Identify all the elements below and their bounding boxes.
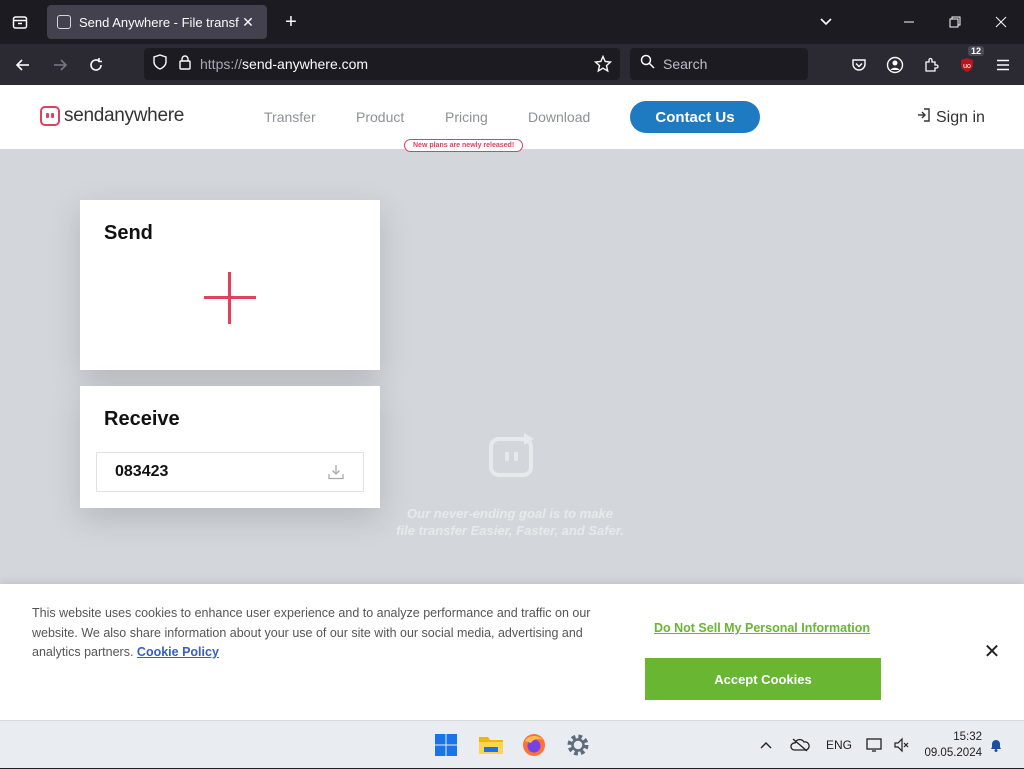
pocket-icon[interactable] (846, 52, 872, 78)
new-tab-button[interactable]: + (279, 10, 303, 34)
extension-badge: 12 (967, 46, 984, 56)
firefox-taskbar-icon[interactable] (518, 729, 550, 761)
hero-line-2: file transfer Easier, Faster, and Safer. (396, 523, 624, 538)
account-icon[interactable] (882, 52, 908, 78)
receive-title: Receive (104, 408, 180, 430)
sign-in-icon (916, 107, 932, 128)
firefox-view-icon[interactable] (8, 10, 32, 34)
accept-cookies-button[interactable]: Accept Cookies (645, 658, 881, 700)
forward-arrow-icon[interactable] (47, 52, 73, 78)
browser-tab-strip: Send Anywhere - File transfer ✕ + (0, 0, 1024, 44)
windows-taskbar: ENG 15:32 09.05.2024 (0, 720, 1024, 768)
url-scheme: https:// (200, 56, 243, 72)
reload-icon[interactable] (83, 52, 109, 78)
pricing-tooltip: New plans are newly released! (404, 139, 524, 152)
menu-download[interactable]: Download (528, 109, 590, 125)
do-not-sell-link[interactable]: Do Not Sell My Personal Information (654, 621, 870, 635)
url-text: https://send-anywhere.com (200, 56, 368, 72)
clock-date: 09.05.2024 (924, 747, 982, 759)
sendanywhere-logo[interactable]: sendanywhere (40, 105, 184, 127)
onedrive-icon[interactable] (790, 721, 810, 769)
search-bar[interactable]: Search (630, 48, 808, 80)
language-indicator[interactable]: ENG (826, 721, 852, 769)
back-arrow-icon[interactable] (10, 52, 36, 78)
sendanywhere-watermark-icon (488, 433, 536, 481)
hero-line-1: Our never-ending goal is to make (407, 506, 613, 521)
url-host: send-anywhere.com (242, 56, 369, 72)
volume-muted-icon[interactable] (893, 721, 909, 769)
restore-button[interactable] (932, 0, 978, 44)
logo-text: sendanywhere (64, 105, 184, 127)
close-banner-icon[interactable]: ✕ (982, 642, 1002, 662)
bookmark-star-icon[interactable] (593, 54, 613, 78)
site-header: sendanywhere Transfer Product Pricing Do… (0, 85, 1024, 152)
sign-in-link[interactable]: Sign in (916, 107, 985, 128)
list-all-tabs-icon[interactable] (814, 10, 838, 34)
send-title: Send (104, 222, 153, 244)
notification-bell-icon[interactable] (988, 721, 1004, 769)
cookie-message: This website uses cookies to enhance use… (32, 606, 591, 659)
hero-tagline: Our never-ending goal is to make file tr… (360, 505, 660, 539)
sendanywhere-logo-icon (40, 106, 60, 126)
menu-transfer[interactable]: Transfer (264, 109, 316, 125)
windows-start-icon[interactable] (430, 729, 462, 761)
receive-key-input[interactable]: 083423 (96, 452, 364, 492)
svg-text:uo: uo (963, 63, 971, 70)
network-icon[interactable] (866, 721, 884, 769)
show-hidden-icons-chevron-icon[interactable] (760, 721, 772, 769)
send-card: Send (80, 200, 380, 370)
menu-hamburger-icon[interactable] (990, 52, 1016, 78)
menu-product[interactable]: Product (356, 109, 404, 125)
minimize-button[interactable] (886, 0, 932, 44)
tab-title: Send Anywhere - File transfer (79, 14, 239, 30)
receive-card: Receive 083423 (80, 386, 380, 508)
cookie-policy-link[interactable]: Cookie Policy (137, 645, 219, 659)
receive-key-value: 083423 (115, 463, 169, 480)
tab-close-icon[interactable]: ✕ (239, 14, 257, 31)
sign-in-label: Sign in (936, 108, 985, 126)
extensions-puzzle-icon[interactable] (918, 52, 944, 78)
search-placeholder: Search (663, 56, 708, 72)
cookie-banner: This website uses cookies to enhance use… (0, 584, 1024, 720)
active-tab[interactable]: Send Anywhere - File transfer ✕ (47, 5, 267, 39)
close-window-button[interactable] (978, 0, 1024, 44)
search-icon (640, 54, 655, 74)
logo-text-send: send (64, 105, 105, 126)
browser-navbar: https://send-anywhere.com Search uo 12 (0, 44, 1024, 85)
cookie-text: This website uses cookies to enhance use… (32, 604, 622, 663)
contact-us-button[interactable]: Contact Us (630, 101, 760, 133)
add-files-plus-icon[interactable] (204, 272, 256, 324)
logo-text-anywhere: anywhere (104, 105, 184, 126)
file-explorer-icon[interactable] (475, 729, 507, 761)
clock-time: 15:32 (953, 731, 982, 743)
system-clock[interactable]: 15:32 09.05.2024 (922, 729, 982, 761)
lock-icon[interactable] (178, 54, 192, 75)
settings-gear-icon[interactable] (562, 729, 594, 761)
menu-pricing[interactable]: Pricing (445, 109, 488, 125)
url-bar[interactable]: https://send-anywhere.com (144, 48, 620, 80)
sendanywhere-favicon-icon (57, 15, 71, 29)
download-icon[interactable] (327, 463, 345, 481)
tracking-protection-shield-icon[interactable] (152, 53, 168, 75)
ublock-extension-icon[interactable]: uo 12 (954, 46, 984, 78)
